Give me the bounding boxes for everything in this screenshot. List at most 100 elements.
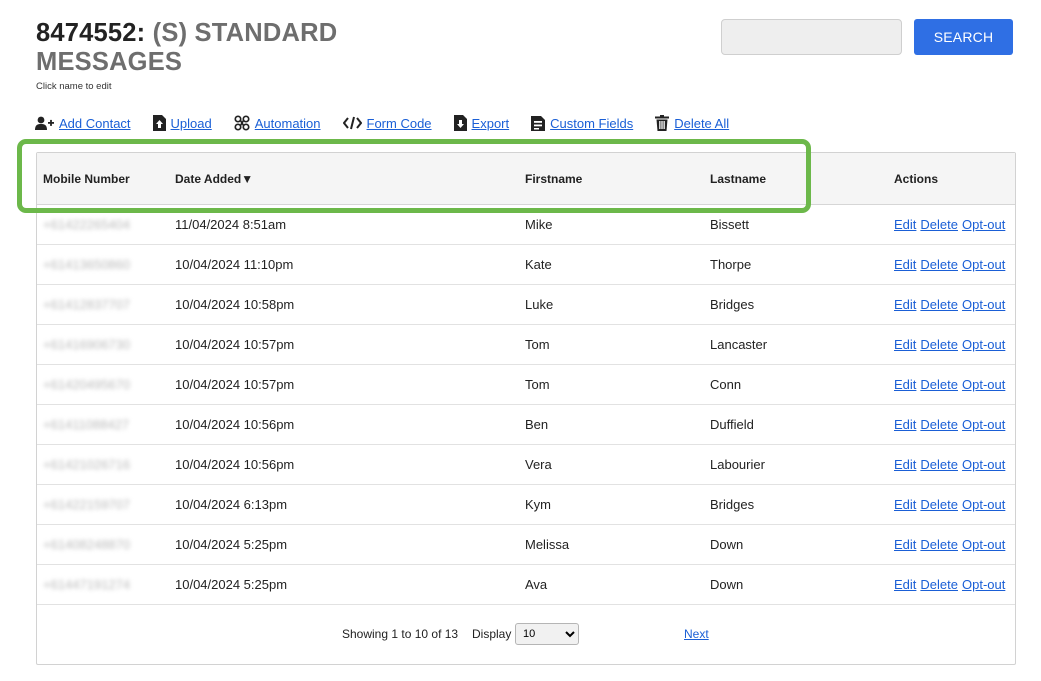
add-contact-action[interactable]: Add Contact xyxy=(35,116,131,131)
search-input[interactable] xyxy=(721,19,902,55)
firstname-cell: Ava xyxy=(525,577,548,592)
upload-link[interactable]: Upload xyxy=(171,116,212,131)
edit-link[interactable]: Edit xyxy=(894,297,916,312)
row-actions: Edit Delete Opt-out xyxy=(894,245,1005,285)
edit-link[interactable]: Edit xyxy=(894,577,916,592)
opt-out-link[interactable]: Opt-out xyxy=(962,457,1005,472)
date-added-cell: 10/04/2024 5:25pm xyxy=(175,537,288,552)
form-code-link[interactable]: Form Code xyxy=(367,116,432,131)
edit-link[interactable]: Edit xyxy=(894,377,916,392)
delete-link[interactable]: Delete xyxy=(920,257,958,272)
mobile-number-cell: +61421026716 xyxy=(43,457,131,472)
lastname-cell: Bridges xyxy=(710,297,755,312)
date-added-cell: 10/04/2024 10:57pm xyxy=(175,337,295,352)
trash-icon xyxy=(655,115,670,131)
table-row: +61420495670 10/04/2024 10:57pm Tom Conn Edi… xyxy=(37,365,1015,405)
pagination-summary: Showing 1 to 10 of 13 xyxy=(342,627,459,641)
mobile-number-cell: +61416906730 xyxy=(43,337,131,352)
firstname-cell: Luke xyxy=(525,297,554,312)
edit-link[interactable]: Edit xyxy=(894,497,916,512)
form-code-action[interactable]: Form Code xyxy=(342,116,432,131)
lastname-cell: Bissett xyxy=(710,217,750,232)
edit-link[interactable]: Edit xyxy=(894,457,916,472)
page-title[interactable]: 8474552: (S) STANDARD MESSAGES xyxy=(36,19,396,77)
add-contact-link[interactable]: Add Contact xyxy=(59,116,131,131)
lastname-cell: Bridges xyxy=(710,497,755,512)
delete-link[interactable]: Delete xyxy=(920,577,958,592)
date-added-cell: 10/04/2024 10:57pm xyxy=(175,377,295,392)
upload-action[interactable]: Upload xyxy=(152,115,212,131)
delete-all-link[interactable]: Delete All xyxy=(674,116,729,131)
display-label: Display xyxy=(472,627,512,641)
edit-hint: Click name to edit xyxy=(36,81,112,92)
opt-out-link[interactable]: Opt-out xyxy=(962,297,1005,312)
delete-link[interactable]: Delete xyxy=(920,497,958,512)
automation-icon xyxy=(234,115,250,131)
table-row: +61422159707 10/04/2024 6:13pm Kym Bridges E… xyxy=(37,485,1015,525)
date-added-label: Date Added xyxy=(175,172,242,186)
column-header-lastname[interactable]: Lastname xyxy=(710,153,766,205)
column-header-mobile[interactable]: Mobile Number xyxy=(43,153,130,205)
search-button[interactable]: SEARCH xyxy=(914,19,1013,55)
table-row: +61412837707 10/04/2024 10:58pm Luke Bridge… xyxy=(37,285,1015,325)
custom-fields-action[interactable]: Custom Fields xyxy=(531,115,633,131)
opt-out-link[interactable]: Opt-out xyxy=(962,217,1005,232)
pagination: Showing 1 to 10 of 13 Display 10 Next xyxy=(37,613,1015,657)
delete-link[interactable]: Delete xyxy=(920,297,958,312)
edit-link[interactable]: Edit xyxy=(894,537,916,552)
opt-out-link[interactable]: Opt-out xyxy=(962,577,1005,592)
edit-link[interactable]: Edit xyxy=(894,337,916,352)
lastname-cell: Conn xyxy=(710,377,742,392)
export-action[interactable]: Export xyxy=(453,115,510,131)
opt-out-link[interactable]: Opt-out xyxy=(962,337,1005,352)
column-header-firstname[interactable]: Firstname xyxy=(525,153,582,205)
date-added-cell: 10/04/2024 6:13pm xyxy=(175,497,288,512)
delete-link[interactable]: Delete xyxy=(920,337,958,352)
delete-link[interactable]: Delete xyxy=(920,537,958,552)
opt-out-link[interactable]: Opt-out xyxy=(962,257,1005,272)
lastname-cell: Down xyxy=(710,537,744,552)
toolbar: Add Contact Upload Automation Form Code xyxy=(35,113,751,133)
firstname-cell: Melissa xyxy=(525,537,570,552)
opt-out-link[interactable]: Opt-out xyxy=(962,417,1005,432)
delete-link[interactable]: Delete xyxy=(920,217,958,232)
edit-link[interactable]: Edit xyxy=(894,217,916,232)
row-actions: Edit Delete Opt-out xyxy=(894,205,1005,245)
date-added-cell: 11/04/2024 8:51am xyxy=(175,217,287,232)
table-row: +61413650860 10/04/2024 11:10pm Kate Thorpe… xyxy=(37,245,1015,285)
date-added-cell: 10/04/2024 10:56pm xyxy=(175,417,295,432)
column-header-date-added[interactable]: Date Added▼ xyxy=(175,153,253,205)
upload-icon xyxy=(152,115,166,131)
automation-action[interactable]: Automation xyxy=(234,115,321,131)
next-page-link[interactable]: Next xyxy=(684,627,709,641)
custom-fields-link[interactable]: Custom Fields xyxy=(550,116,633,131)
opt-out-link[interactable]: Opt-out xyxy=(962,497,1005,512)
lastname-cell: Labourier xyxy=(710,457,765,472)
row-actions: Edit Delete Opt-out xyxy=(894,325,1005,365)
firstname-cell: Tom xyxy=(525,337,550,352)
delete-link[interactable]: Delete xyxy=(920,457,958,472)
opt-out-link[interactable]: Opt-out xyxy=(962,377,1005,392)
automation-link[interactable]: Automation xyxy=(255,116,321,131)
export-link[interactable]: Export xyxy=(472,116,510,131)
custom-fields-icon xyxy=(531,115,546,131)
edit-link[interactable]: Edit xyxy=(894,257,916,272)
opt-out-link[interactable]: Opt-out xyxy=(962,537,1005,552)
row-actions: Edit Delete Opt-out xyxy=(894,445,1005,485)
delete-link[interactable]: Delete xyxy=(920,377,958,392)
sort-desc-icon: ▼ xyxy=(241,172,254,186)
mobile-number-cell: +61413650860 xyxy=(43,257,131,272)
table-row: +61422265404 11/04/2024 8:51am Mike Bissett… xyxy=(37,205,1015,245)
row-actions: Edit Delete Opt-out xyxy=(894,285,1005,325)
table-header: Mobile Number Date Added▼ Firstname Last… xyxy=(37,153,1015,205)
date-added-cell: 10/04/2024 10:58pm xyxy=(175,297,295,312)
table-row: +61408248870 10/04/2024 5:25pm Melissa Down… xyxy=(37,525,1015,565)
delete-link[interactable]: Delete xyxy=(920,417,958,432)
list-id: 8474552: xyxy=(36,19,146,47)
firstname-cell: Kate xyxy=(525,257,552,272)
delete-all-action[interactable]: Delete All xyxy=(655,115,729,131)
display-count-select[interactable]: 10 xyxy=(515,623,579,645)
firstname-cell: Tom xyxy=(525,377,550,392)
edit-link[interactable]: Edit xyxy=(894,417,916,432)
column-header-actions: Actions xyxy=(894,172,939,186)
